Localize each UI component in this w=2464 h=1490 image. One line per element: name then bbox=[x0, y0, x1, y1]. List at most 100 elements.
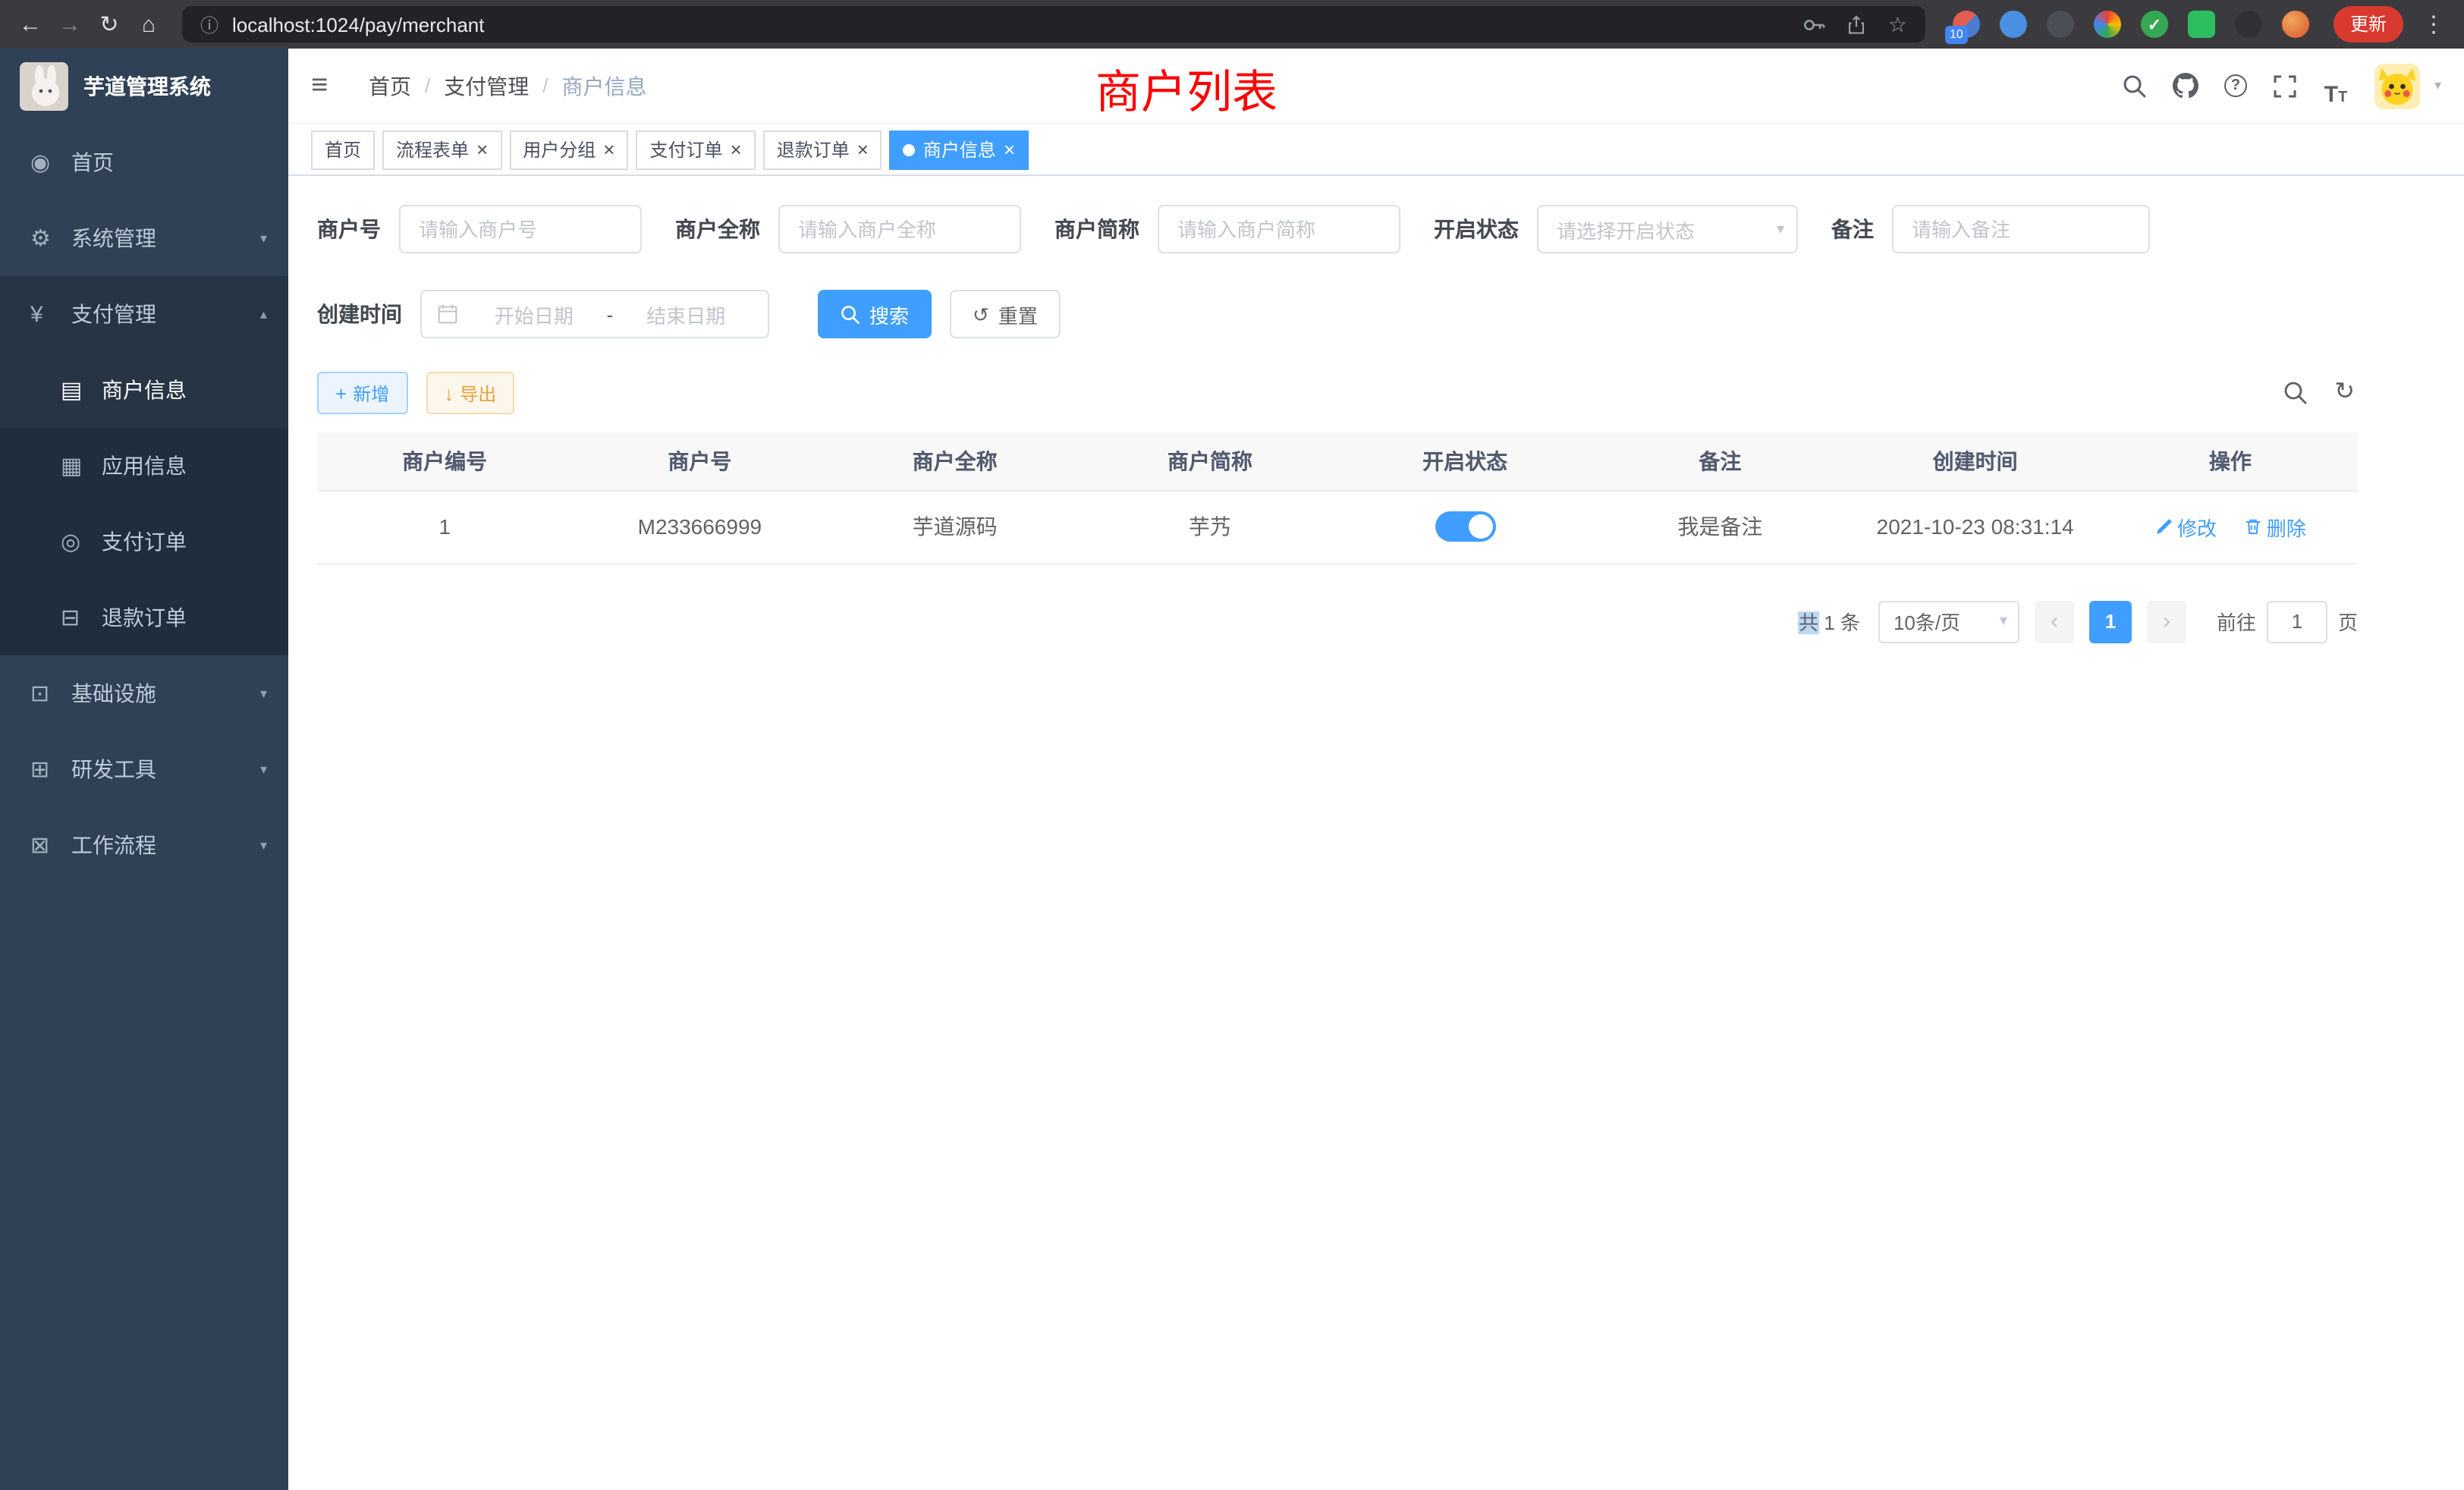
breadcrumb-home[interactable]: 首页 bbox=[369, 71, 411, 101]
sidebar-item-system[interactable]: ⚙ 系统管理 ▾ bbox=[0, 200, 288, 276]
tab-user-group[interactable]: 用户分组 × bbox=[509, 130, 628, 169]
close-icon[interactable]: × bbox=[476, 140, 488, 159]
forward-icon[interactable]: → bbox=[52, 11, 88, 37]
avatar-caret-icon[interactable]: ▾ bbox=[2434, 77, 2441, 94]
browser-profile-avatar[interactable] bbox=[2282, 11, 2309, 38]
top-navbar: ≡ 首页 / 支付管理 / 商户信息 bbox=[288, 49, 2464, 124]
tab-home[interactable]: 首页 bbox=[311, 130, 375, 169]
close-icon[interactable]: × bbox=[731, 140, 742, 159]
search-icon[interactable] bbox=[2116, 66, 2155, 105]
breadcrumb: 首页 / 支付管理 / 商户信息 bbox=[369, 71, 647, 101]
delete-button[interactable]: 删除 bbox=[2244, 512, 2306, 541]
help-icon[interactable]: ? bbox=[2216, 66, 2255, 105]
merchant-table: 商户编号 商户号 商户全称 商户简称 开启状态 备注 创建时间 操作 1 bbox=[317, 432, 2358, 564]
sidebar-logo[interactable]: 芋道管理系统 bbox=[0, 49, 288, 124]
extension-icon-5[interactable]: ✓ bbox=[2141, 11, 2168, 38]
github-icon[interactable] bbox=[2166, 66, 2205, 105]
sidebar-item-payment[interactable]: ¥ 支付管理 ▴ bbox=[0, 276, 288, 352]
share-icon[interactable] bbox=[1847, 13, 1867, 36]
address-bar[interactable]: ⓘ localhost:1024/pay/merchant ☆ bbox=[182, 6, 1925, 42]
edit-icon bbox=[2154, 517, 2173, 536]
col-header-actions: 操作 bbox=[2103, 432, 2358, 490]
status-toggle[interactable] bbox=[1435, 511, 1495, 542]
breadcrumb-payment[interactable]: 支付管理 bbox=[444, 71, 529, 101]
sidebar-item-app-info[interactable]: ▦ 应用信息 bbox=[0, 428, 288, 504]
browser-toolbar: ← → ↻ ⌂ ⓘ localhost:1024/pay/merchant ☆ bbox=[0, 0, 2464, 49]
page-content: 商户号 商户全称 商户简称 开启状态 请选择开启状态 bbox=[317, 176, 2358, 643]
close-icon[interactable]: × bbox=[603, 140, 614, 159]
dashboard-icon: ◉ bbox=[30, 149, 64, 176]
date-start-input[interactable]: 开始日期 bbox=[467, 300, 601, 328]
font-size-icon[interactable]: TT bbox=[2316, 66, 2356, 105]
payment-submenu: ▤ 商户信息 ▦ 应用信息 ◎ 支付订单 ⊟ 退款订单 bbox=[0, 352, 288, 655]
full-name-input[interactable] bbox=[778, 205, 1021, 253]
yen-icon: ¥ bbox=[30, 301, 64, 327]
extension-icon-7[interactable] bbox=[2235, 11, 2262, 38]
user-avatar[interactable] bbox=[2375, 63, 2421, 108]
refresh-table-icon[interactable]: ↻ bbox=[2334, 381, 2355, 405]
toggle-search-icon[interactable] bbox=[2283, 381, 2307, 405]
table-header-row: 商户编号 商户号 商户全称 商户简称 开启状态 备注 创建时间 操作 bbox=[317, 432, 2358, 490]
document-icon: ⊟ bbox=[61, 604, 94, 631]
extension-badge: 10 bbox=[1945, 26, 1968, 44]
add-button[interactable]: + 新增 bbox=[317, 372, 407, 414]
export-button[interactable]: ↓ 导出 bbox=[426, 372, 514, 414]
reset-button[interactable]: ↺ 重置 bbox=[950, 290, 1061, 338]
merchant-no-input[interactable] bbox=[399, 205, 642, 253]
sidebar-item-home[interactable]: ◉ 首页 bbox=[0, 124, 288, 200]
sidebar-item-dev-tools[interactable]: ⊞ 研发工具 ▾ bbox=[0, 731, 288, 807]
tab-refund-order[interactable]: 退款订单 × bbox=[763, 130, 882, 169]
breadcrumb-separator: / bbox=[529, 74, 561, 97]
sidebar-item-refund-order[interactable]: ⊟ 退款订单 bbox=[0, 580, 288, 655]
table-toolbar: + 新增 ↓ 导出 ↻ bbox=[317, 372, 2358, 414]
sidebar-item-merchant-info[interactable]: ▤ 商户信息 bbox=[0, 352, 288, 428]
browser-update-button[interactable]: 更新 bbox=[2334, 6, 2403, 42]
next-page-button[interactable]: › bbox=[2147, 600, 2186, 643]
sidebar: 芋道管理系统 ◉ 首页 ⚙ 系统管理 ▾ ¥ 支付管理 ▴ ▤ 商户信息 bbox=[0, 49, 288, 1490]
grid-icon: ▦ bbox=[61, 452, 94, 479]
close-icon[interactable]: × bbox=[857, 140, 869, 159]
extension-icon-3[interactable] bbox=[2047, 11, 2074, 38]
date-range-picker[interactable]: 开始日期 - 结束日期 bbox=[420, 290, 769, 338]
extension-icon-4[interactable] bbox=[2094, 11, 2121, 38]
home-icon[interactable]: ⌂ bbox=[130, 11, 167, 37]
tab-pay-order[interactable]: 支付订单 × bbox=[636, 130, 755, 169]
goto-page-input[interactable] bbox=[2267, 600, 2327, 643]
cell-create-time: 2021-10-23 08:31:14 bbox=[1848, 490, 2103, 563]
bank-card-icon: ▤ bbox=[61, 376, 94, 404]
date-end-input[interactable]: 结束日期 bbox=[619, 300, 753, 328]
password-key-icon[interactable] bbox=[1803, 13, 1826, 36]
site-info-icon[interactable]: ⓘ bbox=[200, 11, 218, 37]
fullscreen-icon[interactable] bbox=[2266, 66, 2305, 105]
col-header-short-name: 商户简称 bbox=[1083, 432, 1337, 490]
remark-input[interactable] bbox=[1892, 205, 2150, 253]
chevron-down-icon: ▾ bbox=[1777, 221, 1784, 237]
short-name-input[interactable] bbox=[1158, 205, 1400, 253]
tab-merchant-info[interactable]: 商户信息 × bbox=[890, 130, 1029, 169]
sidebar-item-pay-order[interactable]: ◎ 支付订单 bbox=[0, 504, 288, 580]
app-title: 芋道管理系统 bbox=[83, 71, 211, 102]
hamburger-icon[interactable]: ≡ bbox=[311, 69, 350, 102]
reload-icon[interactable]: ↻ bbox=[91, 11, 127, 38]
back-icon[interactable]: ← bbox=[12, 11, 49, 37]
tab-process-form[interactable]: 流程表单 × bbox=[382, 130, 501, 169]
browser-menu-icon[interactable]: ⋮ bbox=[2415, 11, 2452, 38]
extension-icon-6[interactable] bbox=[2188, 11, 2215, 38]
chevron-down-icon: ▾ bbox=[260, 230, 267, 247]
extension-icon-2[interactable] bbox=[2000, 11, 2027, 38]
prev-page-button[interactable]: ‹ bbox=[2035, 600, 2074, 643]
close-icon[interactable]: × bbox=[1004, 140, 1015, 159]
page-size-select[interactable]: 10条/页 ▾ bbox=[1878, 600, 2019, 643]
table-tools: ↻ bbox=[2283, 381, 2358, 405]
search-button[interactable]: 搜索 bbox=[818, 290, 932, 338]
col-header-id: 商户编号 bbox=[317, 432, 572, 490]
cell-remark: 我是备注 bbox=[1592, 490, 1847, 563]
filter-row-2: 创建时间 开始日期 - 结束日期 bbox=[317, 290, 2358, 338]
extension-icon-1[interactable]: 10 bbox=[1953, 11, 1980, 38]
page-number-1[interactable]: 1 bbox=[2089, 600, 2132, 643]
edit-button[interactable]: 修改 bbox=[2154, 512, 2217, 541]
sidebar-item-workflow[interactable]: ⊠ 工作流程 ▾ bbox=[0, 807, 288, 883]
bookmark-star-icon[interactable]: ☆ bbox=[1888, 11, 1907, 37]
status-select[interactable]: 请选择开启状态 ▾ bbox=[1537, 205, 1798, 253]
sidebar-item-infrastructure[interactable]: ⊡ 基础设施 ▾ bbox=[0, 655, 288, 731]
